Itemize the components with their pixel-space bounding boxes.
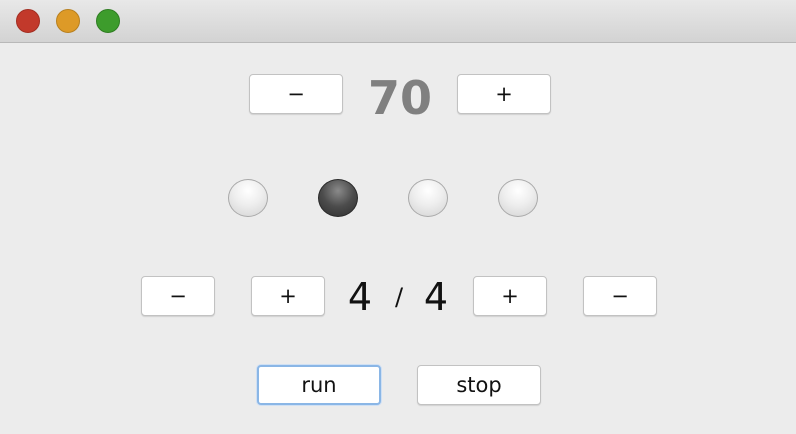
tempo-decrease-button[interactable]: − xyxy=(249,74,343,114)
beat-indicator-2 xyxy=(318,179,358,217)
tempo-value: 70 xyxy=(367,71,432,125)
minimize-window-icon[interactable] xyxy=(56,9,80,33)
close-window-icon[interactable] xyxy=(16,9,40,33)
beat-indicator-3 xyxy=(408,179,448,217)
denominator-increase-button[interactable]: + xyxy=(473,276,547,316)
tempo-increase-button[interactable]: + xyxy=(457,74,551,114)
beat-indicator-1 xyxy=(228,179,268,217)
denominator-decrease-button[interactable]: − xyxy=(583,276,657,316)
numerator-decrease-button[interactable]: − xyxy=(141,276,215,316)
time-signature-denominator: 4 xyxy=(423,275,449,319)
time-signature-numerator: 4 xyxy=(347,275,373,319)
stop-button[interactable]: stop xyxy=(417,365,541,405)
zoom-window-icon[interactable] xyxy=(96,9,120,33)
numerator-increase-button[interactable]: + xyxy=(251,276,325,316)
window-titlebar xyxy=(0,0,796,43)
time-signature-separator: / xyxy=(394,283,404,311)
beat-indicator-4 xyxy=(498,179,538,217)
run-button[interactable]: run xyxy=(257,365,381,405)
